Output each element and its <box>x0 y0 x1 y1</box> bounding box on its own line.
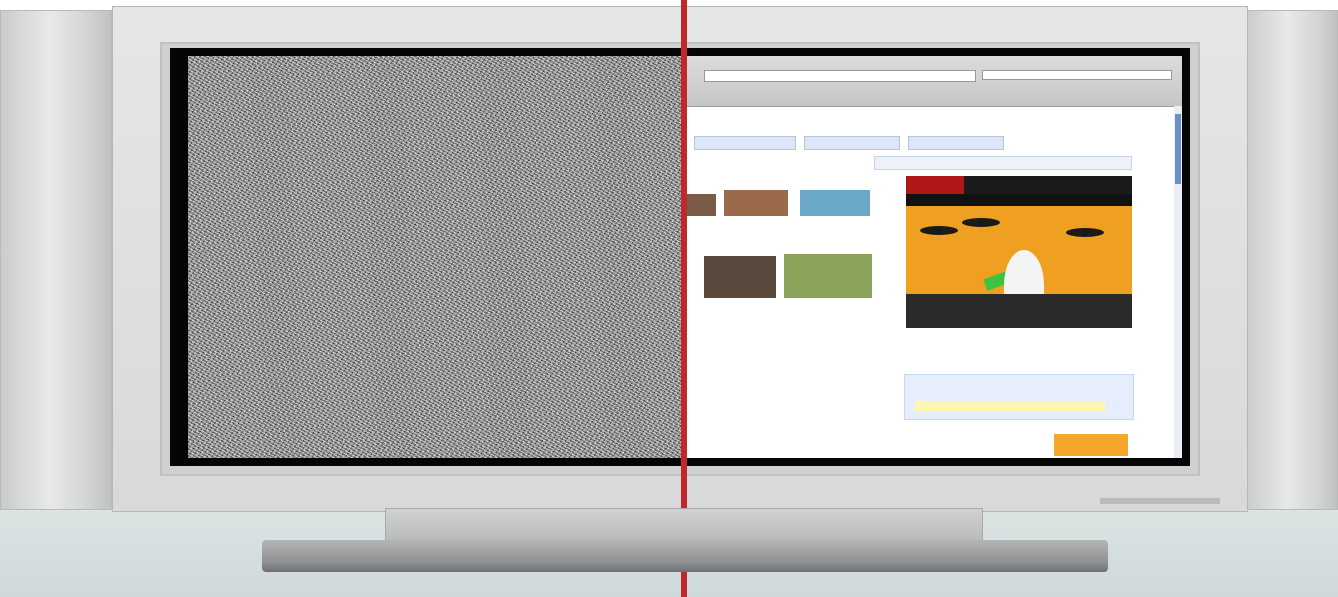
left-speaker <box>0 10 112 510</box>
tv-stand-neck <box>385 508 983 542</box>
ad-ship-shape <box>962 218 1000 227</box>
nav-tab-3[interactable] <box>908 136 1004 150</box>
ad-artwork <box>906 206 1132 320</box>
static-noise-screen <box>188 56 684 458</box>
browser-search-field[interactable] <box>982 70 1172 80</box>
right-speaker <box>1246 10 1338 510</box>
banner-ad[interactable] <box>906 176 1132 328</box>
bottom-banner[interactable] <box>906 434 1128 456</box>
nav-tab-1[interactable] <box>694 136 796 150</box>
web-page-screen <box>684 56 1182 458</box>
ad-ship-shape <box>1066 228 1104 237</box>
photo-thumbnail[interactable] <box>704 256 776 298</box>
thumbnail-image[interactable] <box>686 194 716 216</box>
bookmarks-bar <box>688 86 1088 94</box>
ad-footer <box>906 294 1132 328</box>
ad-header <box>906 176 1132 194</box>
site-nav-tabs <box>694 136 1134 150</box>
ad-logo-block <box>906 176 964 194</box>
info-box <box>904 374 1134 420</box>
scrollbar-thumb[interactable] <box>1175 114 1181 184</box>
thumbnail-image[interactable] <box>724 190 788 216</box>
tv-stand-base <box>262 540 1108 572</box>
ad-ship-shape <box>920 226 958 235</box>
browser-toolbar <box>684 56 1182 107</box>
address-bar[interactable] <box>704 70 976 82</box>
nav-tab-2[interactable] <box>804 136 900 150</box>
tv-brand-strip <box>1100 498 1220 504</box>
bottom-banner-button[interactable] <box>1054 434 1128 456</box>
info-highlight[interactable] <box>915 401 1105 411</box>
site-search-row[interactable] <box>874 156 1132 170</box>
photo-thumbnail[interactable] <box>784 254 872 298</box>
thumbnail-image[interactable] <box>800 190 870 216</box>
